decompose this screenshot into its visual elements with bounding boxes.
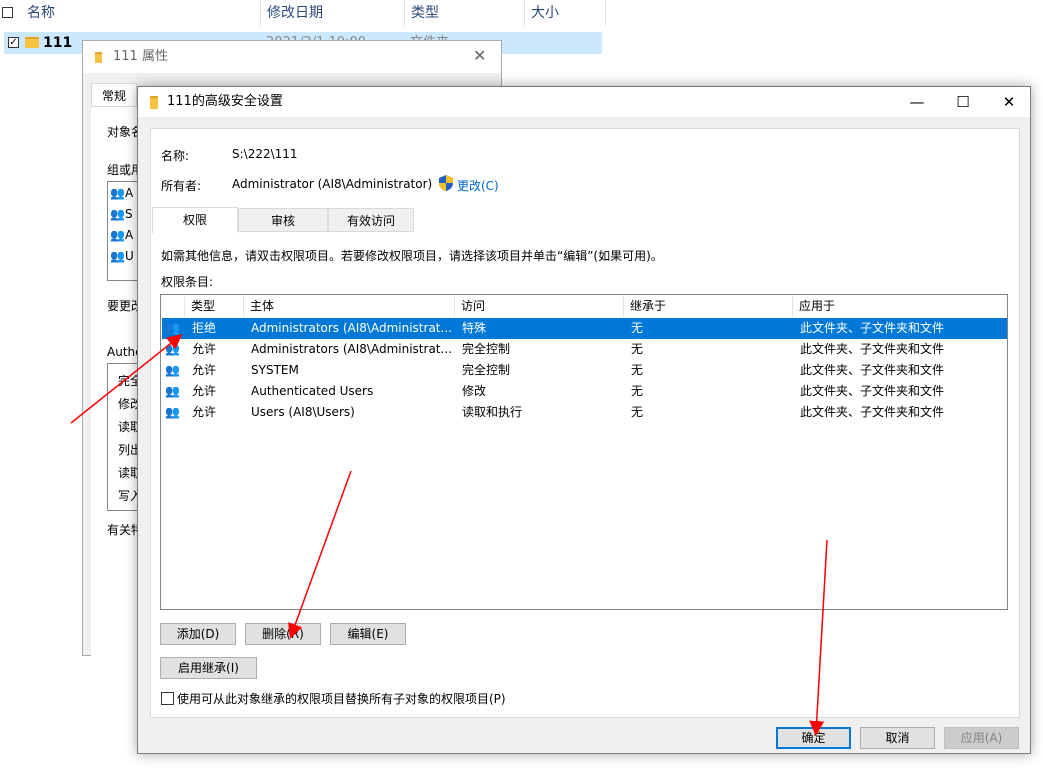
arrow-to-deny-row <box>70 334 183 424</box>
arrow-to-ok-button <box>809 539 828 736</box>
annotation-arrows <box>70 334 828 736</box>
arrow-to-remove-button <box>288 470 352 639</box>
